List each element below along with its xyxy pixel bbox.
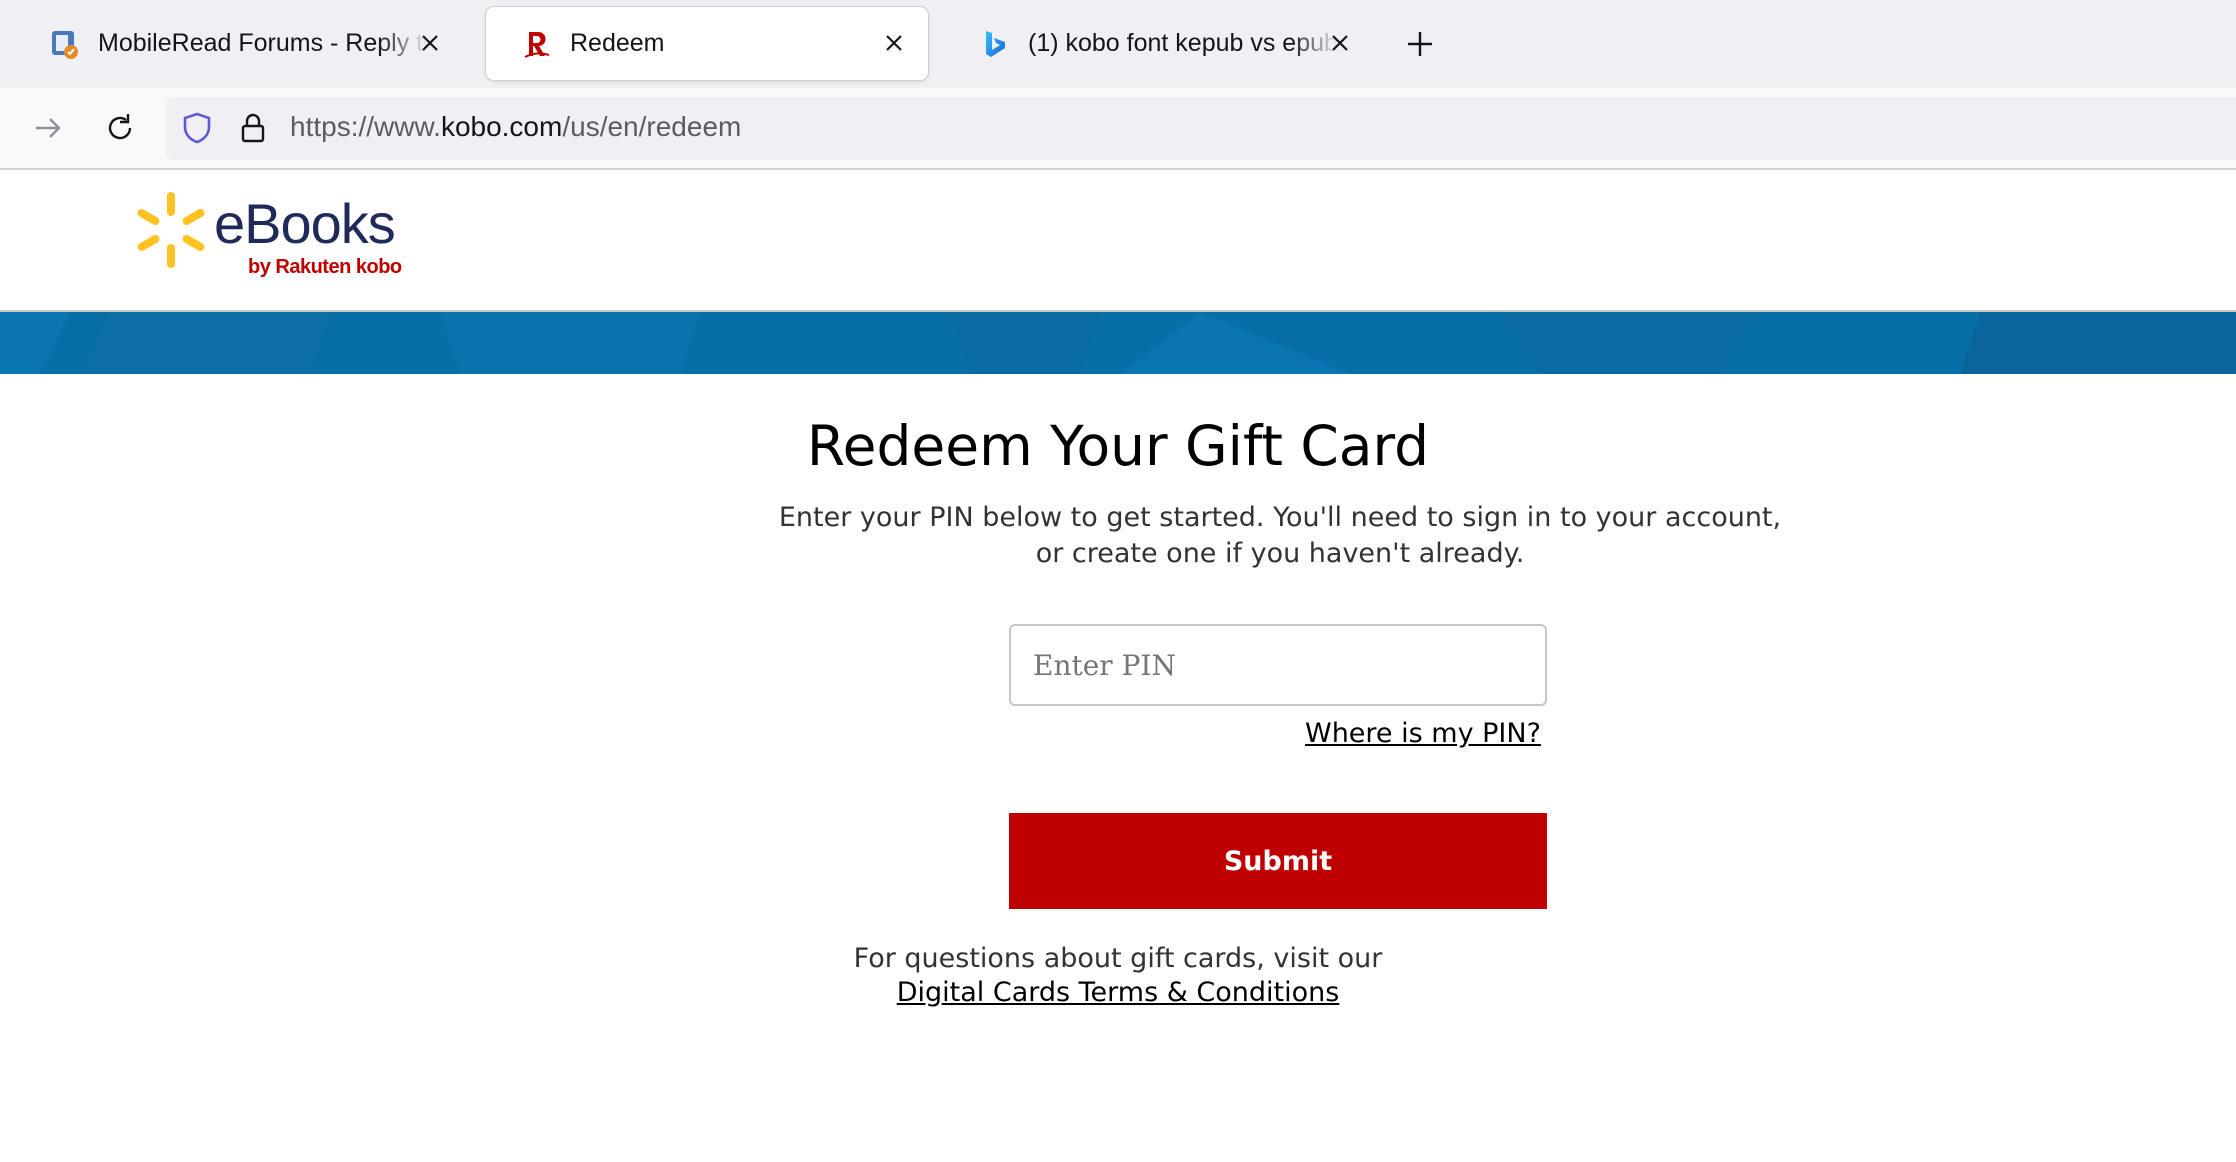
tab-mobileread[interactable]: MobileRead Forums - Reply to Thread (14, 7, 464, 80)
rakuten-r-icon (520, 27, 554, 61)
tracking-shield-icon[interactable] (180, 111, 214, 145)
reload-icon[interactable] (98, 106, 142, 150)
hero-banner (0, 312, 2236, 374)
terms-conditions-link[interactable]: Digital Cards Terms & Conditions (897, 977, 1340, 1008)
tab-redeem[interactable]: Redeem (486, 7, 928, 80)
page-title: Redeem Your Gift Card (806, 414, 1430, 478)
lock-icon[interactable] (236, 111, 270, 145)
walmart-spark-icon (137, 192, 205, 268)
tab-bing[interactable]: (1) kobo font kepub vs epub - Bing (944, 7, 1374, 80)
gift-card-footnote: For questions about gift cards, visit ou… (853, 943, 1383, 974)
where-is-my-pin-link[interactable]: Where is my PIN? (1305, 718, 1541, 749)
close-icon[interactable] (876, 25, 912, 61)
submit-button[interactable]: Submit (1009, 813, 1547, 909)
pin-input[interactable] (1009, 624, 1547, 706)
logo-wordmark: eBooks (214, 192, 396, 255)
site-header: eBooks by Rakuten kobo (0, 170, 2236, 312)
close-icon[interactable] (412, 25, 448, 61)
url-prefix: https://www. (290, 111, 441, 142)
tab-title: MobileRead Forums - Reply to Thread (98, 29, 428, 57)
ebooks-logo[interactable]: eBooks by Rakuten kobo (136, 192, 406, 292)
bing-icon (978, 27, 1012, 61)
logo-byline: by Rakuten kobo (248, 256, 402, 278)
terms-link-row: Digital Cards Terms & Conditions (0, 976, 2236, 1010)
mobileread-icon (48, 27, 82, 61)
tab-title: Redeem (570, 29, 665, 57)
url-domain: kobo.com (440, 111, 563, 142)
navigation-toolbar: https://www.kobo.com/us/en/redeem (0, 88, 2236, 168)
close-icon[interactable] (1322, 25, 1358, 61)
new-tab-plus-icon[interactable] (1400, 24, 1440, 64)
forward-arrow-icon[interactable] (26, 106, 70, 150)
address-bar[interactable]: https://www.kobo.com/us/en/redeem (166, 97, 2236, 160)
url-path: /us/en/redeem (562, 111, 742, 142)
banner-pattern (0, 312, 2236, 374)
tab-title: (1) kobo font kepub vs epub - Bing (1028, 29, 1338, 57)
url-text[interactable]: https://www.kobo.com/us/en/redeem (290, 111, 741, 143)
intro-text: Enter your PIN below to get started. You… (778, 502, 1782, 569)
tab-strip: MobileRead Forums - Reply to Thread Rede… (0, 0, 2236, 88)
